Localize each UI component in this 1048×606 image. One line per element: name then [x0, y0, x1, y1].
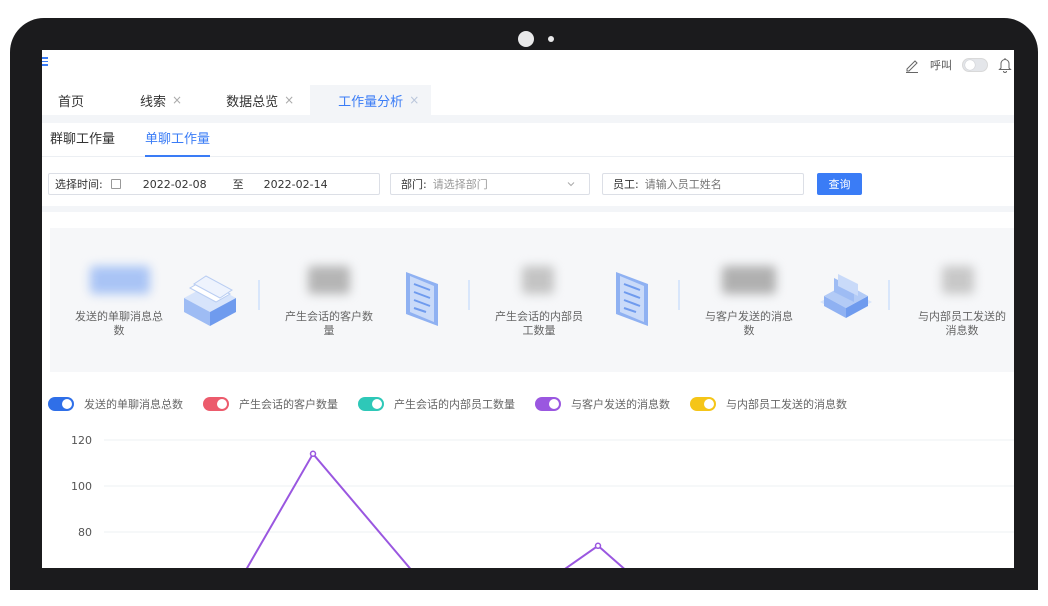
stat-card: 产生会话的内部员 工数量	[470, 228, 680, 372]
section-divider	[42, 206, 1014, 212]
chart-legend: 发送的单聊消息总数 产生会话的客户数量 产生会话的内部员工数量 与客户发送的消息…	[48, 394, 867, 414]
series-line	[245, 452, 625, 568]
date-start[interactable]: 2022-02-08	[143, 178, 207, 191]
stat-card: 与内部员工发送的 消息数	[890, 228, 1014, 372]
stat-card: 产生会话的客户数量	[260, 228, 470, 372]
department-select[interactable]: 部门: 请选择部门	[390, 173, 590, 195]
legend-item[interactable]: 产生会话的内部员工数量	[358, 396, 515, 412]
stat-label: 发送的单聊消息总数	[75, 310, 163, 337]
tab-workload-analysis[interactable]: 工作量分析 ×	[310, 85, 432, 115]
legend-label: 与内部员工发送的消息数	[726, 398, 847, 411]
legend-toggle[interactable]	[203, 397, 229, 411]
stat-value	[522, 266, 554, 294]
legend-toggle[interactable]	[48, 397, 74, 411]
date-end[interactable]: 2022-02-14	[264, 178, 328, 191]
y-tick-label: 80	[78, 526, 92, 539]
edit-icon[interactable]	[904, 57, 920, 73]
stat-value	[308, 266, 350, 294]
calendar-icon	[110, 179, 121, 189]
employee-label: 员工:	[613, 178, 639, 191]
tab-strip: 首页 线索 × 数据总览 × 工作量分析 ×	[42, 85, 1014, 115]
close-icon[interactable]: ×	[284, 93, 294, 107]
y-tick-label: 120	[71, 434, 92, 447]
tab-label: 数据总览	[226, 94, 279, 110]
camera-icon	[518, 31, 534, 47]
subtab-group-chat[interactable]: 群聊工作量	[50, 123, 115, 157]
data-point[interactable]	[309, 450, 317, 458]
employee-field: 员工:	[602, 173, 804, 195]
tab-label: 首页	[58, 94, 85, 110]
menu-icon[interactable]	[42, 55, 50, 69]
department-placeholder: 请选择部门	[432, 178, 488, 191]
legend-item[interactable]: 与内部员工发送的消息数	[690, 396, 847, 412]
line-chart: 120 100 80	[42, 426, 1014, 568]
tab-label: 工作量分析	[338, 94, 404, 110]
document-list-icon	[616, 272, 648, 326]
legend-item[interactable]: 产生会话的客户数量	[203, 396, 338, 412]
laptop-bezel-bottom	[10, 568, 1038, 590]
call-label: 呼叫	[930, 59, 952, 72]
legend-toggle[interactable]	[690, 397, 716, 411]
tab-label: 线索	[140, 94, 167, 110]
legend-label: 产生会话的客户数量	[239, 398, 338, 411]
camera-sensor-icon	[548, 36, 554, 42]
stat-value	[90, 266, 150, 294]
sub-tabs: 群聊工作量 单聊工作量	[42, 123, 1014, 157]
bell-icon[interactable]	[998, 57, 1012, 73]
top-bar-actions: 呼叫	[904, 54, 1014, 76]
data-point[interactable]	[594, 542, 602, 550]
legend-toggle[interactable]	[358, 397, 384, 411]
tab-clues[interactable]: 线索 ×	[126, 85, 214, 115]
stat-label: 与客户发送的消息数	[705, 310, 793, 337]
query-button[interactable]: 查询	[817, 173, 862, 195]
stats-panel: 发送的单聊消息总数 产生会话的客户数量 产生会话的内部员 工数量 与客户发送的消…	[50, 228, 1014, 372]
stat-label: 与内部员工发送的 消息数	[918, 310, 1006, 337]
legend-item[interactable]: 与客户发送的消息数	[535, 396, 670, 412]
call-toggle[interactable]	[962, 58, 988, 72]
top-bar: 呼叫	[42, 50, 1014, 80]
chevron-down-icon	[567, 182, 575, 187]
date-label: 选择时间:	[55, 178, 103, 191]
app-screen: 呼叫 首页 线索 × 数据总览 × 工作量分析 × 群聊工作量 单聊工作量 选择…	[42, 50, 1014, 568]
tab-data-overview[interactable]: 数据总览 ×	[214, 85, 306, 115]
line-chart-svg: 120 100 80	[71, 434, 1014, 568]
stat-card: 发送的单聊消息总数	[50, 228, 260, 372]
close-icon[interactable]: ×	[172, 93, 182, 107]
date-separator: 至	[232, 178, 244, 191]
stat-label: 产生会话的客户数量	[285, 310, 373, 337]
date-range-picker[interactable]: 选择时间: 2022-02-08 至 2022-02-14	[48, 173, 380, 195]
subtab-single-chat[interactable]: 单聊工作量	[145, 123, 211, 157]
filter-bar: 选择时间: 2022-02-08 至 2022-02-14 部门: 请选择部门 …	[42, 170, 1014, 196]
legend-item[interactable]: 发送的单聊消息总数	[48, 396, 183, 412]
stat-card: 与客户发送的消息数	[680, 228, 890, 372]
employee-input[interactable]	[644, 177, 775, 191]
tab-home[interactable]: 首页	[42, 85, 126, 115]
stat-value	[942, 266, 974, 294]
close-icon[interactable]: ×	[409, 93, 419, 107]
department-label: 部门:	[401, 178, 427, 191]
y-tick-label: 100	[71, 480, 92, 493]
printer-icon	[820, 274, 872, 318]
legend-toggle[interactable]	[535, 397, 561, 411]
legend-label: 与客户发送的消息数	[571, 398, 670, 411]
legend-label: 发送的单聊消息总数	[84, 398, 183, 411]
stat-value	[722, 266, 776, 294]
legend-label: 产生会话的内部员工数量	[394, 398, 515, 411]
document-list-icon	[406, 272, 438, 326]
stat-label: 产生会话的内部员 工数量	[495, 310, 583, 337]
inbox-tray-icon	[184, 275, 236, 326]
